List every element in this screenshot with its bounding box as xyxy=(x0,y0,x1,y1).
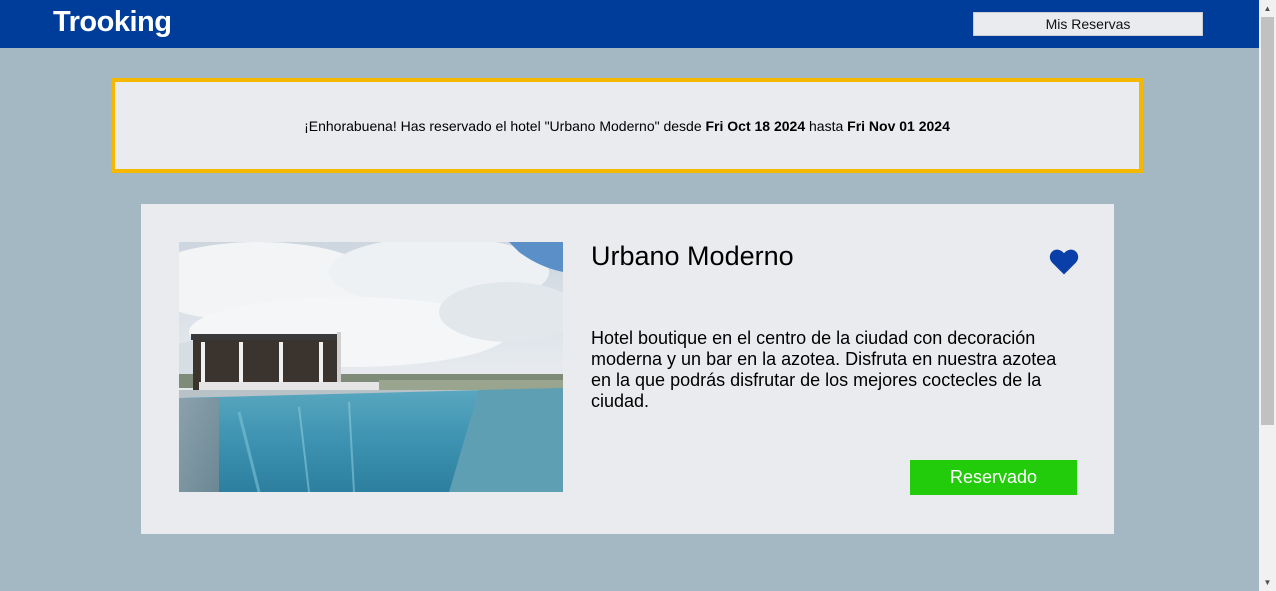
hotel-card: Urbano Moderno Hotel boutique en el cent… xyxy=(141,204,1114,534)
reserved-button[interactable]: Reservado xyxy=(910,460,1077,495)
scrollbar-thumb[interactable] xyxy=(1261,17,1274,425)
brand-logo[interactable]: Trooking xyxy=(53,6,172,39)
heart-icon[interactable] xyxy=(1049,248,1079,276)
alert-prefix: ¡Enhorabuena! Has reservado el hotel "Ur… xyxy=(304,117,706,134)
alert-middle: hasta xyxy=(805,117,848,134)
hotel-photo xyxy=(179,242,563,492)
alert-text: ¡Enhorabuena! Has reservado el hotel "Ur… xyxy=(304,118,950,134)
scroll-down-arrow-icon[interactable]: ▼ xyxy=(1259,574,1276,591)
top-header: Trooking Mis Reservas xyxy=(0,0,1259,48)
vertical-scrollbar[interactable]: ▲ ▼ xyxy=(1259,0,1276,591)
booking-confirmation-alert: ¡Enhorabuena! Has reservado el hotel "Ur… xyxy=(111,78,1143,173)
page: Trooking Mis Reservas ¡Enhorabuena! Has … xyxy=(0,0,1276,591)
scroll-up-arrow-icon[interactable]: ▲ xyxy=(1259,0,1276,17)
hotel-name: Urbano Moderno xyxy=(591,241,794,271)
my-bookings-button[interactable]: Mis Reservas xyxy=(973,12,1203,36)
rooftop-pool-image xyxy=(179,242,563,492)
alert-start-date: Fri Oct 18 2024 xyxy=(705,117,806,134)
alert-end-date: Fri Nov 01 2024 xyxy=(847,117,950,134)
hotel-description: Hotel boutique en el centro de la ciudad… xyxy=(591,328,1057,411)
